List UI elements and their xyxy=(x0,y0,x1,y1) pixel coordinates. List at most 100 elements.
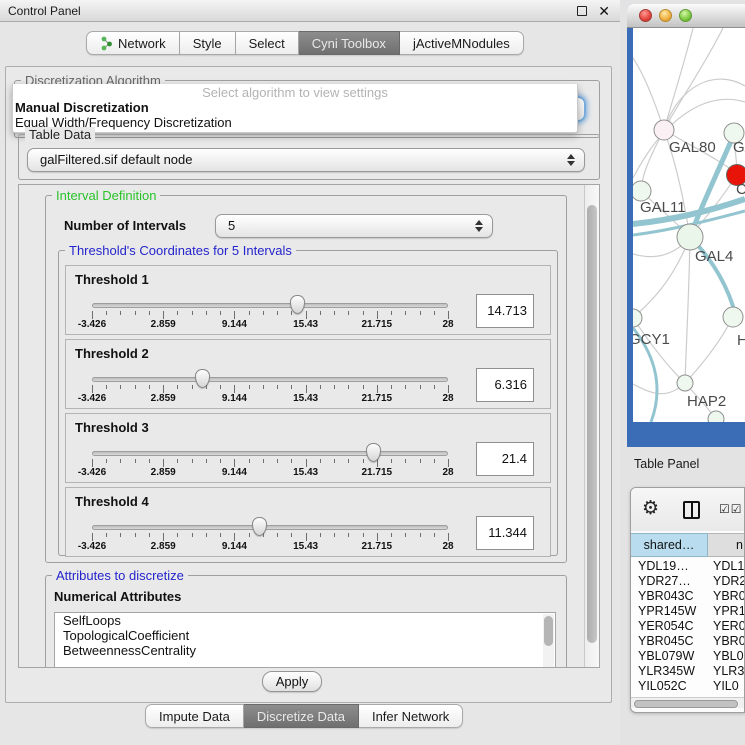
float-window-icon[interactable] xyxy=(577,6,587,16)
cell-shared-name: YBR045C xyxy=(631,634,708,649)
thresholds-group-label: Threshold's Coordinates for 5 Intervals xyxy=(65,243,296,258)
attribute-list-item[interactable]: BetweennessCentrality xyxy=(55,643,555,658)
node-gal4[interactable] xyxy=(677,224,703,250)
threshold-1-label: Threshold 1 xyxy=(75,272,149,287)
close-traffic-light-icon[interactable] xyxy=(639,9,652,22)
slider-tick-labels: -3.4262.8599.14415.4321.71528 xyxy=(92,319,448,331)
table-header: shared… n xyxy=(631,533,745,557)
network-icon xyxy=(100,36,113,51)
node-gal11[interactable] xyxy=(633,181,651,201)
interval-definition-label: Interval Definition xyxy=(52,188,160,203)
slider-track xyxy=(92,451,448,456)
algorithm-option-equal-width[interactable]: Equal Width/Frequency Discretization xyxy=(13,115,577,130)
node-label: GAL4 xyxy=(695,248,733,265)
table-data-combobox[interactable]: galFiltered.sif default node xyxy=(27,148,585,172)
control-panel: Control Panel ✕ Network Style Select Cyn… xyxy=(0,0,620,745)
settings-vertical-scrollbar[interactable] xyxy=(584,185,599,667)
algorithm-option-manual[interactable]: Manual Discretization xyxy=(13,100,577,115)
tab-network[interactable]: Network xyxy=(86,31,180,55)
tick-label: 28 xyxy=(442,393,453,404)
table-row[interactable]: YDR27…YDR2 xyxy=(631,574,745,589)
table-toolbar: ⚙ ☑☑ xyxy=(631,488,745,531)
node-h[interactable] xyxy=(723,307,743,327)
column-header-name[interactable]: n xyxy=(708,533,745,557)
list-scrollbar[interactable] xyxy=(543,614,554,668)
slider-track xyxy=(92,377,448,382)
network-canvas[interactable]: GAL80 GA C GAL11 GAL4 GCY1 H HAP2 xyxy=(633,28,745,422)
table-data-label: Table Data xyxy=(25,127,95,142)
close-icon[interactable]: ✕ xyxy=(598,2,610,20)
threshold-4-value-field[interactable]: 11.344 xyxy=(476,516,534,550)
application-window: Control Panel ✕ Network Style Select Cyn… xyxy=(0,0,745,745)
gear-icon[interactable]: ⚙ xyxy=(642,497,659,521)
apply-button[interactable]: Apply xyxy=(262,671,322,692)
node-bottom[interactable] xyxy=(708,411,724,422)
tab-discretize-data[interactable]: Discretize Data xyxy=(244,704,359,728)
numerical-attributes-label: Numerical Attributes xyxy=(54,589,181,604)
number-of-intervals-combobox[interactable]: 5 xyxy=(215,214,493,238)
tick-label: 2.859 xyxy=(151,541,176,552)
tick-label: 15.43 xyxy=(293,467,318,478)
table-row[interactable]: YBL079WYBL0 xyxy=(631,649,745,664)
table-row[interactable]: YER054CYER0 xyxy=(631,619,745,634)
node-label: GAL80 xyxy=(669,139,716,156)
interval-definition-group: Interval Definition Number of Intervals … xyxy=(45,195,567,563)
table-data-group: Table Data galFiltered.sif default node xyxy=(18,134,600,180)
tab-jactivemnodules[interactable]: jActiveMNodules xyxy=(400,31,524,55)
attribute-list-item[interactable]: TopologicalCoefficient xyxy=(55,628,555,643)
threshold-3-value-field[interactable]: 21.4 xyxy=(476,442,534,476)
panel-title: Control Panel xyxy=(8,0,81,22)
table-row[interactable]: YPR145WYPR1 xyxy=(631,604,745,619)
tick-label: 2.859 xyxy=(151,467,176,478)
top-tab-bar: Network Style Select Cyni Toolbox jActiv… xyxy=(86,31,524,55)
threshold-2-value-field[interactable]: 6.316 xyxy=(476,368,534,402)
table-row[interactable]: YIL052CYIL0 xyxy=(631,679,745,694)
columns-icon[interactable] xyxy=(683,501,700,519)
number-of-intervals-label: Number of Intervals xyxy=(64,218,186,233)
column-header-shared[interactable]: shared… xyxy=(631,533,708,557)
network-graph: GAL80 GA C GAL11 GAL4 GCY1 H HAP2 xyxy=(633,28,745,422)
table-row[interactable]: YBR043CYBR0 xyxy=(631,589,745,604)
cell-shared-name: YLR345W xyxy=(631,664,708,679)
tick-label: 9.144 xyxy=(222,319,247,330)
threshold-1-row: Threshold 1 -3.4262.8599.14415.4321.7152… xyxy=(65,265,551,335)
tick-label: 15.43 xyxy=(293,319,318,330)
minimize-traffic-light-icon[interactable] xyxy=(659,9,672,22)
attribute-list-item[interactable]: SelfLoops xyxy=(55,613,555,628)
attributes-group: Attributes to discretize Numerical Attri… xyxy=(45,575,567,668)
table-row[interactable]: YBR045CYBR0 xyxy=(631,634,745,649)
tab-select[interactable]: Select xyxy=(236,31,299,55)
threshold-4-row: Threshold 4 -3.4262.8599.14415.4321.7152… xyxy=(65,487,551,557)
tab-impute-data[interactable]: Impute Data xyxy=(145,704,244,728)
table-row[interactable]: YDL19…YDL1 xyxy=(631,559,745,574)
tab-cyni-toolbox[interactable]: Cyni Toolbox xyxy=(299,31,400,55)
control-panel-titlebar: Control Panel ✕ xyxy=(0,0,620,22)
checkbox-icons[interactable]: ☑☑ xyxy=(719,502,743,516)
cell-name: YDR2 xyxy=(708,574,745,589)
zoom-traffic-light-icon[interactable] xyxy=(679,9,692,22)
node-gal80[interactable] xyxy=(654,120,674,140)
slider-tick-labels: -3.4262.8599.14415.4321.71528 xyxy=(92,541,448,553)
node-hap2[interactable] xyxy=(677,375,693,391)
table-panel-bar: Table Panel xyxy=(620,447,745,487)
tick-label: 28 xyxy=(442,319,453,330)
table-horizontal-scrollbar[interactable] xyxy=(631,697,745,708)
tick-label: 9.144 xyxy=(222,393,247,404)
tab-style[interactable]: Style xyxy=(180,31,236,55)
tick-label: 9.144 xyxy=(222,467,247,478)
tick-label: 21.715 xyxy=(362,467,393,478)
tab-network-label: Network xyxy=(118,32,166,55)
threshold-1-value-field[interactable]: 14.713 xyxy=(476,294,534,328)
tick-label: 28 xyxy=(442,467,453,478)
cell-name: YPR1 xyxy=(708,604,745,619)
table-rows: YDL19…YDL1YDR27…YDR2YBR043CYBR0YPR145WYP… xyxy=(631,559,745,697)
table-row[interactable]: YLR345WYLR3 xyxy=(631,664,745,679)
numerical-attributes-list[interactable]: SelfLoopsTopologicalCoefficientBetweenne… xyxy=(54,612,556,668)
thresholds-group: Threshold's Coordinates for 5 Intervals … xyxy=(58,250,558,556)
node-label: GA xyxy=(733,139,745,156)
network-view-window: GAL80 GA C GAL11 GAL4 GCY1 H HAP2 xyxy=(627,4,745,447)
node-label: GAL11 xyxy=(640,199,686,216)
node-label: GCY1 xyxy=(633,331,670,348)
slider-track xyxy=(92,525,448,530)
tab-infer-network[interactable]: Infer Network xyxy=(359,704,463,728)
